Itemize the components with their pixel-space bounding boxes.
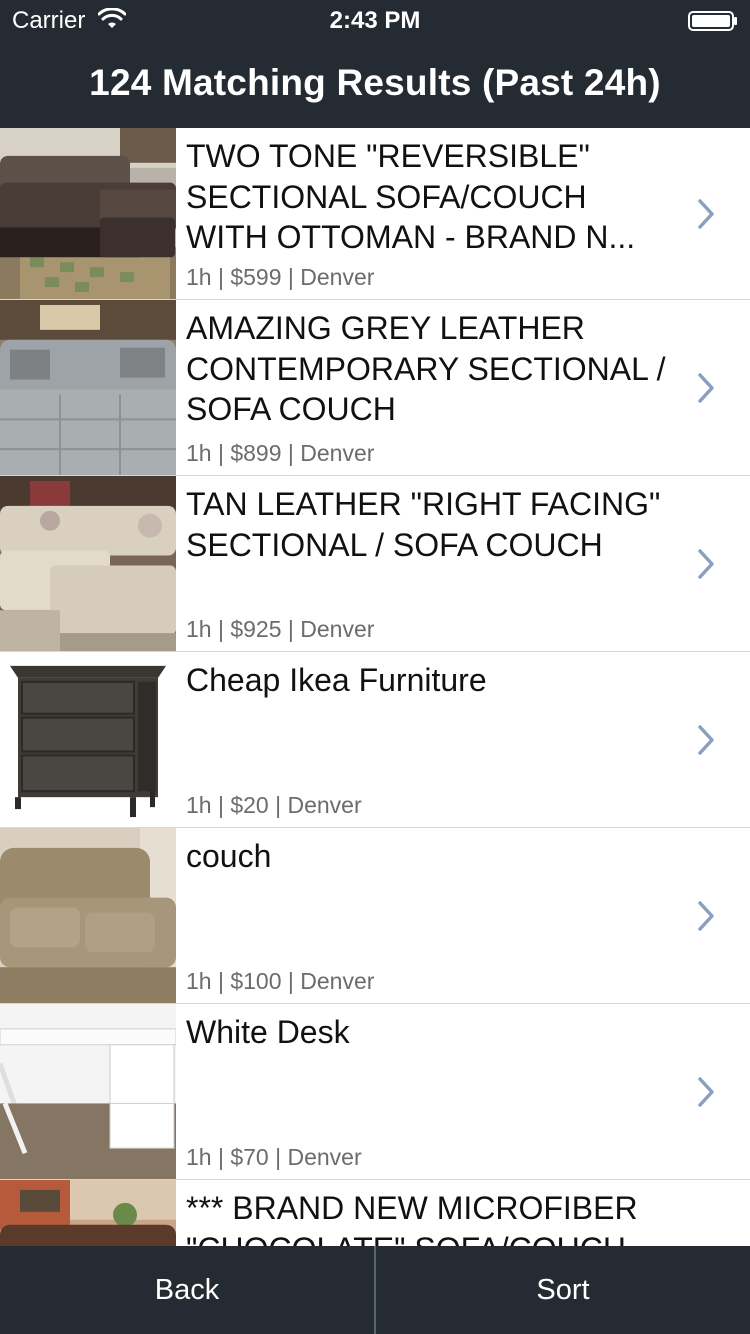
listing-title: couch [186, 838, 272, 874]
navigation-bar: 124 Matching Results (Past 24h) [0, 40, 750, 128]
listing-title: Cheap Ikea Furniture [186, 662, 487, 698]
listing-meta: 1h | $925 | Denver [186, 616, 375, 642]
chevron-right-icon [698, 1076, 714, 1107]
list-item[interactable]: Cheap Ikea Furniture 1h | $20 | Denver [0, 652, 750, 828]
chevron-right-icon [698, 372, 714, 403]
chevron-right-icon [698, 724, 714, 755]
listing-title: AMAZING GREY LEATHER CONTEMPORARY SECTIO… [186, 310, 666, 427]
sort-button[interactable]: Sort [376, 1246, 750, 1334]
listing-title: White Desk [186, 1014, 350, 1050]
page-title: 124 Matching Results (Past 24h) [89, 62, 661, 103]
listing-meta: 1h | $70 | Denver [186, 1144, 362, 1170]
list-item[interactable]: White Desk 1h | $70 | Denver [0, 1004, 750, 1180]
listing-thumbnail [0, 1004, 176, 1179]
list-item[interactable]: couch 1h | $100 | Denver [0, 828, 750, 1004]
listing-thumbnail [0, 128, 176, 299]
status-time: 2:43 PM [329, 7, 421, 34]
list-item[interactable]: AMAZING GREY LEATHER CONTEMPORARY SECTIO… [0, 300, 750, 476]
chevron-right-icon [698, 900, 714, 931]
listing-title: *** BRAND NEW MICROFIBER "CHOCOLATE" SOF… [186, 1190, 638, 1246]
back-button[interactable]: Back [0, 1246, 374, 1334]
listing-title: TAN LEATHER "RIGHT FACING" SECTIONAL / S… [186, 486, 661, 563]
list-item[interactable]: TAN LEATHER "RIGHT FACING" SECTIONAL / S… [0, 476, 750, 652]
listing-thumbnail [0, 300, 176, 475]
listing-meta: 1h | $100 | Denver [186, 968, 375, 994]
listing-thumbnail [0, 476, 176, 651]
list-item[interactable]: *** BRAND NEW MICROFIBER "CHOCOLATE" SOF… [0, 1180, 750, 1246]
battery-icon [688, 11, 737, 31]
chevron-right-icon [698, 548, 714, 579]
listing-title: TWO TONE "REVERSIBLE" SECTIONAL SOFA/COU… [186, 138, 636, 255]
listing-thumbnail [0, 1180, 176, 1246]
bottom-toolbar: Back Sort [0, 1246, 750, 1334]
chevron-right-icon [698, 198, 714, 229]
results-list[interactable]: TWO TONE "REVERSIBLE" SECTIONAL SOFA/COU… [0, 128, 750, 1246]
listing-meta: 1h | $599 | Denver [186, 264, 375, 290]
listing-thumbnail [0, 828, 176, 1003]
listing-thumbnail [0, 652, 176, 827]
listing-meta: 1h | $20 | Denver [186, 792, 362, 818]
list-item[interactable]: TWO TONE "REVERSIBLE" SECTIONAL SOFA/COU… [0, 128, 750, 300]
listing-meta: 1h | $899 | Denver [186, 440, 375, 466]
status-bar: Carrier 2:43 PM [0, 0, 750, 40]
